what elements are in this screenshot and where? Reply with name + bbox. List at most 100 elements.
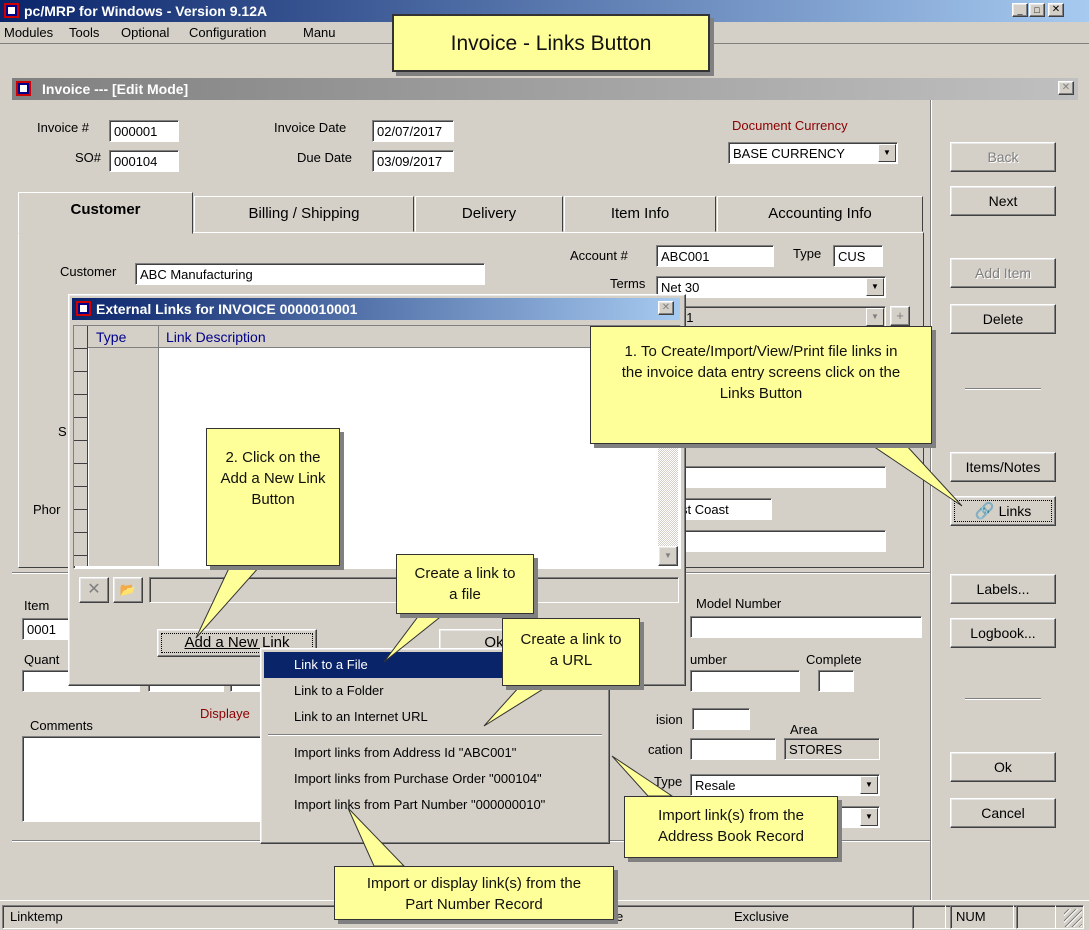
- menu-optional[interactable]: Optional: [121, 25, 169, 40]
- menu-tools[interactable]: Tools: [69, 25, 99, 40]
- open-folder-button[interactable]: 📂: [113, 577, 143, 603]
- callout-url: Create a link to a URL: [502, 618, 640, 686]
- terms-select[interactable]: Net 30 ▼: [656, 276, 886, 298]
- divider-line-2: [965, 698, 1041, 700]
- menu-manufacturing[interactable]: Manu: [303, 25, 336, 40]
- area-field[interactable]: STORES: [784, 738, 880, 760]
- invoice-close-button[interactable]: ✕: [1058, 81, 1074, 95]
- links-label: Links: [998, 503, 1032, 519]
- scroll-down-arrow[interactable]: ▼: [658, 546, 678, 566]
- tab-accounting-info[interactable]: Accounting Info: [717, 196, 923, 232]
- item-field[interactable]: 0001: [22, 618, 70, 640]
- app-title: pc/MRP for Windows - Version 9.12A: [24, 3, 268, 19]
- labels-button[interactable]: Labels...: [950, 574, 1056, 604]
- phone-label-frag: Phor: [33, 502, 61, 517]
- menu-import-part[interactable]: Import links from Part Number "000000010…: [264, 792, 606, 818]
- due-date-field[interactable]: 03/09/2017: [372, 150, 454, 172]
- links-button[interactable]: 🔗 Links: [950, 496, 1056, 526]
- zone-select[interactable]: one 1▼: [656, 306, 886, 328]
- chevron-down-icon[interactable]: ▼: [878, 144, 896, 162]
- chevron-down-icon[interactable]: ▼: [866, 308, 884, 326]
- currency-label: Document Currency: [732, 118, 848, 133]
- type2-value: Resale: [695, 778, 736, 793]
- chevron-down-icon[interactable]: ▼: [866, 278, 884, 296]
- divider-line: [965, 388, 1041, 390]
- area-label: Area: [790, 722, 818, 737]
- invoice-date-label: Invoice Date: [274, 120, 347, 135]
- grid-col-divider: [158, 326, 159, 566]
- complete-field[interactable]: [818, 670, 854, 692]
- status-panel-1: [912, 905, 946, 929]
- so-field[interactable]: 000104: [109, 150, 179, 172]
- customer-field[interactable]: ABC Manufacturing: [135, 263, 485, 285]
- complete-label: Complete: [806, 652, 862, 667]
- location-label-frag: cation: [648, 742, 683, 757]
- ok-button[interactable]: Ok: [950, 752, 1056, 782]
- tab-delivery[interactable]: Delivery: [415, 196, 563, 232]
- next-button[interactable]: Next: [950, 186, 1056, 216]
- add-item-button[interactable]: Add Item: [950, 258, 1056, 288]
- callout-address: Import link(s) from the Address Book Rec…: [624, 796, 838, 858]
- account-label: Account #: [570, 248, 628, 263]
- invoice-no-field[interactable]: 000001: [109, 120, 179, 142]
- callout-step2: 2. Click on the Add a New Link Button: [206, 428, 340, 566]
- region-field[interactable]: st Coast: [676, 498, 772, 520]
- number-field[interactable]: [690, 670, 800, 692]
- menu-configuration[interactable]: Configuration: [189, 25, 266, 40]
- menu-import-po[interactable]: Import links from Purchase Order "000104…: [264, 766, 606, 792]
- status-mode: e: [616, 909, 624, 924]
- model-number-field[interactable]: [690, 616, 922, 638]
- chevron-down-icon[interactable]: ▼: [860, 776, 878, 794]
- item-label: Item: [24, 598, 50, 613]
- minimize-button[interactable]: _: [1012, 3, 1028, 17]
- account-field[interactable]: ABC001: [656, 245, 774, 267]
- terms-label: Terms: [610, 276, 646, 291]
- tab-customer[interactable]: Customer: [18, 192, 193, 234]
- links-dialog-title: External Links for INVOICE 0000010001: [96, 301, 358, 317]
- menu-modules[interactable]: Modules: [4, 25, 53, 40]
- menu-separator: [268, 734, 602, 736]
- cancel-button[interactable]: Cancel: [950, 798, 1056, 828]
- location-field[interactable]: [690, 738, 776, 760]
- tab-item-info[interactable]: Item Info: [564, 196, 716, 232]
- callout-title: Invoice - Links Button: [392, 14, 710, 72]
- due-date-label: Due Date: [297, 150, 352, 165]
- tab-billing-shipping[interactable]: Billing / Shipping: [194, 196, 414, 232]
- division-field[interactable]: [692, 708, 750, 730]
- menu-import-address[interactable]: Import links from Address Id "ABC001": [264, 740, 606, 766]
- grid-type-col-bg: [89, 348, 158, 566]
- invoice-titlebar: Invoice --- [Edit Mode] ✕: [12, 78, 1078, 100]
- invoice-title: Invoice --- [Edit Mode]: [42, 81, 189, 97]
- close-button[interactable]: ✕: [1048, 3, 1064, 17]
- menu-link-to-url[interactable]: Link to an Internet URL: [264, 704, 606, 730]
- grid-row-header-col: [74, 326, 88, 566]
- invoice-no-label: Invoice #: [37, 120, 90, 135]
- callout-part: Import or display link(s) from the Part …: [334, 866, 614, 920]
- so-label: SO#: [75, 150, 102, 165]
- type2-select[interactable]: Resale ▼: [690, 774, 880, 796]
- status-num: NUM: [956, 909, 986, 924]
- links-dialog-close-button[interactable]: ✕: [658, 301, 674, 315]
- comments-label: Comments: [30, 718, 93, 733]
- col-type-header[interactable]: Type: [96, 329, 126, 345]
- resize-grip-icon[interactable]: [1064, 909, 1082, 927]
- col-desc-header[interactable]: Link Description: [166, 329, 266, 345]
- items-notes-button[interactable]: Items/Notes: [950, 452, 1056, 482]
- add-zone-button[interactable]: +: [890, 306, 910, 326]
- status-panel-3: [1016, 905, 1056, 929]
- terms-value: Net 30: [661, 280, 700, 295]
- number-label-frag: umber: [690, 652, 727, 667]
- right-field-2[interactable]: [676, 530, 886, 552]
- delete-link-button[interactable]: ✕: [79, 577, 109, 603]
- back-button[interactable]: Back: [950, 142, 1056, 172]
- currency-select[interactable]: BASE CURRENCY ▼: [728, 142, 898, 164]
- comments-field[interactable]: [22, 736, 266, 822]
- logbook-button[interactable]: Logbook...: [950, 618, 1056, 648]
- delete-button[interactable]: Delete: [950, 304, 1056, 334]
- chevron-down-icon[interactable]: ▼: [860, 808, 878, 826]
- type-field[interactable]: CUS: [833, 245, 883, 267]
- maximize-button[interactable]: □: [1029, 3, 1045, 17]
- links-dialog-titlebar: External Links for INVOICE 0000010001 ✕: [72, 298, 680, 320]
- invoice-date-field[interactable]: 02/07/2017: [372, 120, 454, 142]
- right-field-1[interactable]: [676, 466, 886, 488]
